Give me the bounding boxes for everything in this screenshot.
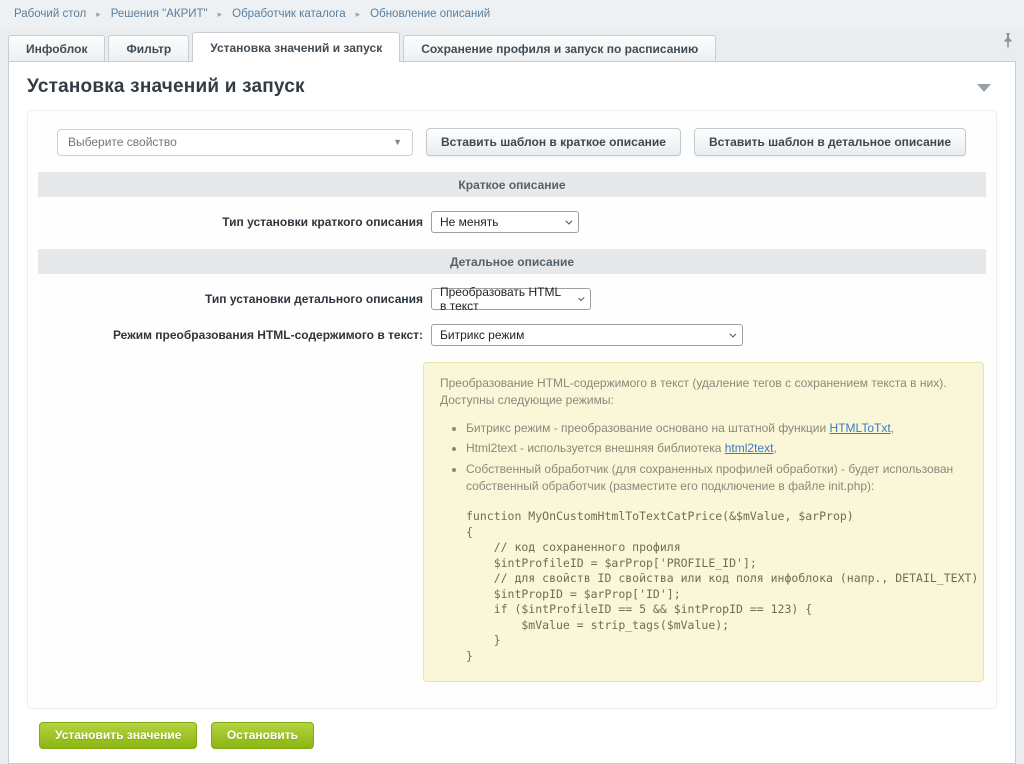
- page-title: Установка значений и запуск: [27, 76, 995, 98]
- note-item-bitrix-mode: Битрикс режим - преобразование основано …: [466, 420, 967, 437]
- code-sample: function MyOnCustomHtmlToTextCatPrice(&$…: [466, 509, 967, 664]
- note-mode-list: Битрикс режим - преобразование основано …: [466, 420, 967, 496]
- detail-type-label: Тип установки детального описания: [40, 292, 423, 306]
- page-title-row: Установка значений и запуск: [9, 62, 1015, 110]
- breadcrumb-separator-icon: ▸: [96, 9, 101, 20]
- short-type-select-value: Не менять: [440, 215, 498, 229]
- conversion-mode-select-value: Битрикс режим: [440, 328, 524, 342]
- insert-template-short-button[interactable]: Вставить шаблон в краткое описание: [426, 128, 681, 156]
- html2text-link[interactable]: html2text: [725, 441, 774, 455]
- breadcrumb-link-catalog-processor[interactable]: Обработчик каталога: [232, 8, 346, 20]
- detail-type-select-value: Преобразовать HTML в текст: [440, 285, 568, 313]
- short-type-label: Тип установки краткого описания: [40, 215, 423, 229]
- insert-template-detail-button[interactable]: Вставить шаблон в детальное описание: [694, 128, 966, 156]
- dropdown-arrow-icon: ▼: [393, 137, 402, 147]
- tab-set-values-and-run[interactable]: Установка значений и запуск: [192, 32, 400, 62]
- note-intro: Преобразование HTML-содержимого в текст …: [440, 375, 967, 410]
- conversion-note: Преобразование HTML-содержимого в текст …: [423, 362, 984, 682]
- htmltotxt-link[interactable]: HTMLToTxt: [830, 421, 891, 435]
- note-item-html2text: Html2text - используется внешняя библиот…: [466, 440, 967, 457]
- stop-button[interactable]: Остановить: [211, 722, 314, 749]
- content-panel: Установка значений и запуск Выберите сво…: [8, 61, 1016, 764]
- short-type-row: Тип установки краткого описания Не менят…: [40, 211, 984, 233]
- tab-save-profile-schedule[interactable]: Сохранение профиля и запуск по расписани…: [403, 35, 716, 61]
- breadcrumb-separator-icon: ▸: [356, 9, 361, 20]
- conversion-mode-row: Режим преобразования HTML-содержимого в …: [40, 324, 984, 346]
- tab-infoblock[interactable]: Инфоблок: [8, 35, 105, 61]
- form-container: Выберите свойство ▼ Вставить шаблон в кр…: [27, 110, 997, 709]
- chevron-down-icon: [565, 217, 572, 224]
- set-value-button[interactable]: Установить значение: [39, 722, 197, 749]
- conversion-mode-select[interactable]: Битрикс режим: [431, 324, 743, 346]
- property-select[interactable]: Выберите свойство ▼: [57, 129, 413, 156]
- conversion-mode-label: Режим преобразования HTML-содержимого в …: [40, 328, 423, 342]
- chevron-down-icon: [729, 330, 736, 337]
- breadcrumb-link-solutions[interactable]: Решения "АКРИТ": [111, 8, 208, 20]
- tab-filter[interactable]: Фильтр: [108, 35, 189, 61]
- breadcrumb: Рабочий стол ▸ Решения "АКРИТ" ▸ Обработ…: [0, 0, 1024, 28]
- property-select-value: Выберите свойство: [68, 135, 177, 149]
- detail-type-select[interactable]: Преобразовать HTML в текст: [431, 288, 591, 310]
- breadcrumb-link-desktop[interactable]: Рабочий стол: [14, 8, 86, 20]
- breadcrumb-separator-icon: ▸: [218, 9, 223, 20]
- pin-icon[interactable]: [1000, 32, 1016, 50]
- note-item-custom-handler: Собственный обработчик (для сохраненных …: [466, 461, 967, 496]
- tab-bar: Инфоблок Фильтр Установка значений и зап…: [0, 28, 1024, 61]
- action-buttons-row: Установить значение Остановить: [39, 722, 1015, 763]
- template-row: Выберите свойство ▼ Вставить шаблон в кр…: [40, 128, 984, 156]
- detail-type-row: Тип установки детального описания Преобр…: [40, 288, 984, 310]
- breadcrumb-link-update-descriptions[interactable]: Обновление описаний: [370, 8, 490, 20]
- section-header-short-description: Краткое описание: [38, 172, 986, 197]
- chevron-down-icon: [578, 294, 584, 300]
- short-type-select[interactable]: Не менять: [431, 211, 579, 233]
- collapse-chevron-icon[interactable]: [977, 84, 991, 92]
- section-header-detail-description: Детальное описание: [38, 249, 986, 274]
